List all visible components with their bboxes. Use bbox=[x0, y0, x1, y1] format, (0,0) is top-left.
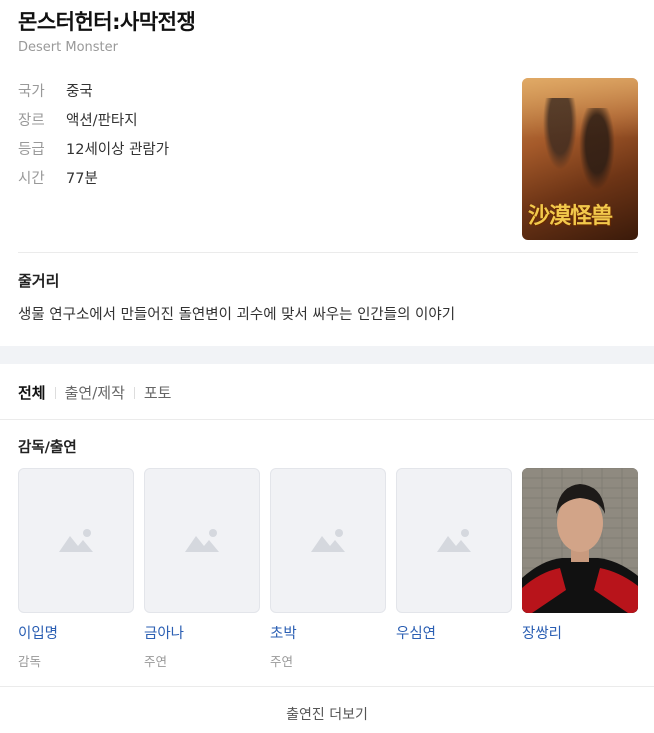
placeholder-image-icon bbox=[270, 468, 386, 613]
cast-card: 전체 출연/제작 포토 감독/출연 이입명 감독 금아나 주연 초박 주연 우심… bbox=[0, 364, 654, 733]
poster-logo-text: 沙漠怪兽 bbox=[528, 203, 613, 229]
cast-section-heading: 감독/출연 bbox=[18, 440, 77, 456]
tab-cast-crew[interactable]: 출연/제작 bbox=[65, 382, 125, 403]
info-value: 77분 bbox=[66, 171, 98, 187]
movie-title: 몬스터헌터:사막전쟁 bbox=[18, 10, 196, 34]
cast-role: 주연 bbox=[144, 654, 168, 669]
divider bbox=[18, 252, 638, 253]
poster-figure bbox=[576, 108, 618, 198]
cast-name[interactable]: 초박 bbox=[270, 622, 386, 643]
cast-item[interactable]: 우심연 bbox=[396, 468, 512, 667]
info-label: 장르 bbox=[18, 113, 45, 129]
tab-separator bbox=[133, 386, 135, 399]
cast-role: 주연 bbox=[270, 654, 294, 669]
placeholder-image-icon bbox=[396, 468, 512, 613]
divider bbox=[0, 686, 654, 687]
cast-name[interactable]: 우심연 bbox=[396, 622, 512, 643]
tab-bar: 전체 출연/제작 포토 bbox=[18, 382, 171, 403]
info-row-rating: 등급 12세이상 관람가 bbox=[18, 138, 169, 159]
movie-info-card: 몬스터헌터:사막전쟁 Desert Monster 국가 중국 장르 액션/판타… bbox=[0, 0, 654, 346]
placeholder-image-icon bbox=[18, 468, 134, 613]
poster-figure bbox=[540, 98, 580, 178]
tab-photo[interactable]: 포토 bbox=[144, 382, 172, 403]
info-row-country: 국가 중국 bbox=[18, 80, 93, 101]
cast-role bbox=[522, 651, 638, 667]
cast-item[interactable]: 이입명 감독 bbox=[18, 468, 134, 669]
synopsis-text: 생물 연구소에서 만들어진 돌연변이 괴수에 맞서 싸우는 인간들의 이야기 bbox=[18, 307, 456, 323]
cast-item[interactable]: 금아나 주연 bbox=[144, 468, 260, 669]
info-label: 시간 bbox=[18, 171, 45, 187]
synopsis-heading: 줄거리 bbox=[18, 272, 60, 290]
info-row-runtime: 시간 77분 bbox=[18, 167, 98, 188]
cast-photo bbox=[522, 468, 638, 613]
cast-item[interactable]: 장쌍리 bbox=[522, 468, 638, 667]
more-cast-button[interactable]: 출연진 더보기 bbox=[0, 704, 654, 724]
cast-name[interactable]: 이입명 bbox=[18, 622, 134, 643]
divider bbox=[0, 419, 654, 420]
movie-poster[interactable]: 沙漠怪兽 bbox=[522, 78, 638, 240]
tab-all[interactable]: 전체 bbox=[18, 382, 46, 403]
info-value: 12세이상 관람가 bbox=[66, 142, 170, 158]
info-label: 국가 bbox=[18, 84, 45, 100]
cast-item[interactable]: 초박 주연 bbox=[270, 468, 386, 669]
movie-original-title: Desert Monster bbox=[18, 40, 118, 55]
cast-name[interactable]: 장쌍리 bbox=[522, 622, 638, 643]
tab-separator bbox=[54, 386, 56, 399]
placeholder-image-icon bbox=[144, 468, 260, 613]
info-row-genre: 장르 액션/판타지 bbox=[18, 109, 138, 130]
cast-role: 감독 bbox=[18, 654, 42, 669]
cast-role bbox=[396, 651, 512, 667]
info-value: 액션/판타지 bbox=[66, 113, 138, 129]
info-label: 등급 bbox=[18, 142, 45, 158]
info-value: 중국 bbox=[66, 84, 93, 100]
cast-name[interactable]: 금아나 bbox=[144, 622, 260, 643]
